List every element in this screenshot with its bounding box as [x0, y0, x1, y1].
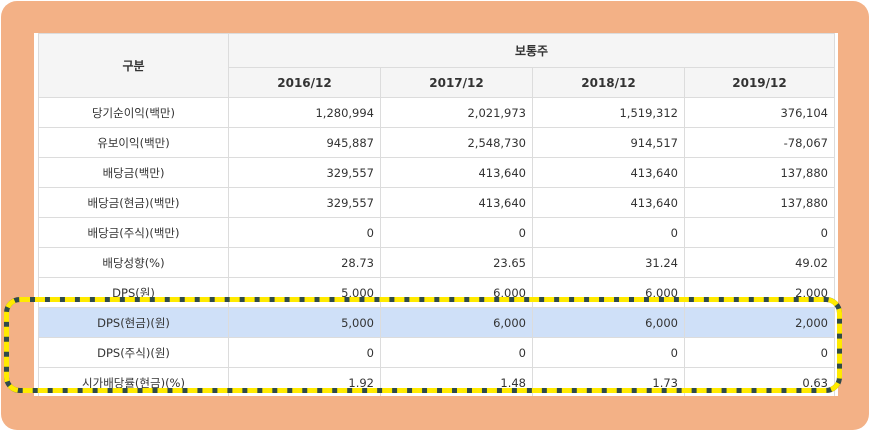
row-label: DPS(주식)(원) [38, 337, 229, 368]
cell-value: -78,067 [684, 127, 835, 158]
table-row: 배당금(현금)(백만) 329,557 413,640 413,640 137,… [38, 187, 835, 218]
cell-value: 0.63 [684, 367, 835, 396]
cell-value: 6,000 [532, 277, 685, 308]
row-label: 배당금(백만) [38, 157, 229, 188]
cell-value: 1,519,312 [532, 97, 685, 128]
cell-value: 329,557 [228, 157, 381, 188]
year-header: 2016/12 [228, 67, 381, 98]
cell-value: 6,000 [532, 307, 685, 338]
cell-value: 1.73 [532, 367, 685, 396]
cell-value: 23.65 [380, 247, 533, 278]
cell-value: 28.73 [228, 247, 381, 278]
cell-value: 0 [228, 217, 381, 248]
table-row: DPS(원) 5,000 6,000 6,000 2,000 [38, 277, 835, 308]
table-row-highlighted: DPS(현금)(원) 5,000 6,000 6,000 2,000 [38, 307, 835, 338]
cell-value: 0 [532, 217, 685, 248]
table-row: 배당성향(%) 28.73 23.65 31.24 49.02 [38, 247, 835, 278]
row-label: 배당금(현금)(백만) [38, 187, 229, 218]
cell-value: 0 [684, 337, 835, 368]
cell-value: 0 [684, 217, 835, 248]
cell-value: 137,880 [684, 187, 835, 218]
cell-value: 5,000 [228, 277, 381, 308]
cell-value: 413,640 [380, 157, 533, 188]
cell-value: 376,104 [684, 97, 835, 128]
cell-value: 413,640 [532, 157, 685, 188]
cell-value: 413,640 [532, 187, 685, 218]
cell-value: 0 [380, 217, 533, 248]
cell-value: 6,000 [380, 277, 533, 308]
row-label: 시가배당률(현금)(%) [38, 367, 229, 396]
cell-value: 1.92 [228, 367, 381, 396]
year-header: 2019/12 [684, 67, 835, 98]
cell-value: 2,548,730 [380, 127, 533, 158]
cell-value: 31.24 [532, 247, 685, 278]
year-header: 2017/12 [380, 67, 533, 98]
row-label: 배당금(주식)(백만) [38, 217, 229, 248]
table-row: DPS(주식)(원) 0 0 0 0 [38, 337, 835, 368]
row-label: 배당성향(%) [38, 247, 229, 278]
row-label: 당기순이익(백만) [38, 97, 229, 128]
table-row: 배당금(백만) 329,557 413,640 413,640 137,880 [38, 157, 835, 188]
cell-value: 49.02 [684, 247, 835, 278]
cell-value: 0 [228, 337, 381, 368]
cell-value: 945,887 [228, 127, 381, 158]
dividend-table-panel: 구분 보통주 2016/12 2017/12 2018/12 2019/12 당… [34, 33, 838, 396]
cell-value: 1.48 [380, 367, 533, 396]
category-header: 구분 [38, 33, 229, 98]
cell-value: 5,000 [228, 307, 381, 338]
cell-value: 2,000 [684, 277, 835, 308]
row-label: DPS(원) [38, 277, 229, 308]
cell-value: 6,000 [380, 307, 533, 338]
cell-value: 329,557 [228, 187, 381, 218]
cell-value: 0 [380, 337, 533, 368]
dividend-table: 구분 보통주 2016/12 2017/12 2018/12 2019/12 당… [38, 33, 835, 396]
table-row: 유보이익(백만) 945,887 2,548,730 914,517 -78,0… [38, 127, 835, 158]
cell-value: 2,021,973 [380, 97, 533, 128]
cell-value: 1,280,994 [228, 97, 381, 128]
year-header: 2018/12 [532, 67, 685, 98]
table-row: 시가배당률(현금)(%) 1.92 1.48 1.73 0.63 [38, 367, 835, 396]
row-label: DPS(현금)(원) [38, 307, 229, 338]
cell-value: 0 [532, 337, 685, 368]
table-row: 당기순이익(백만) 1,280,994 2,021,973 1,519,312 … [38, 97, 835, 128]
common-stock-header: 보통주 [228, 33, 835, 68]
cell-value: 2,000 [684, 307, 835, 338]
cell-value: 137,880 [684, 157, 835, 188]
table-row: 배당금(주식)(백만) 0 0 0 0 [38, 217, 835, 248]
row-label: 유보이익(백만) [38, 127, 229, 158]
cell-value: 914,517 [532, 127, 685, 158]
cell-value: 413,640 [380, 187, 533, 218]
